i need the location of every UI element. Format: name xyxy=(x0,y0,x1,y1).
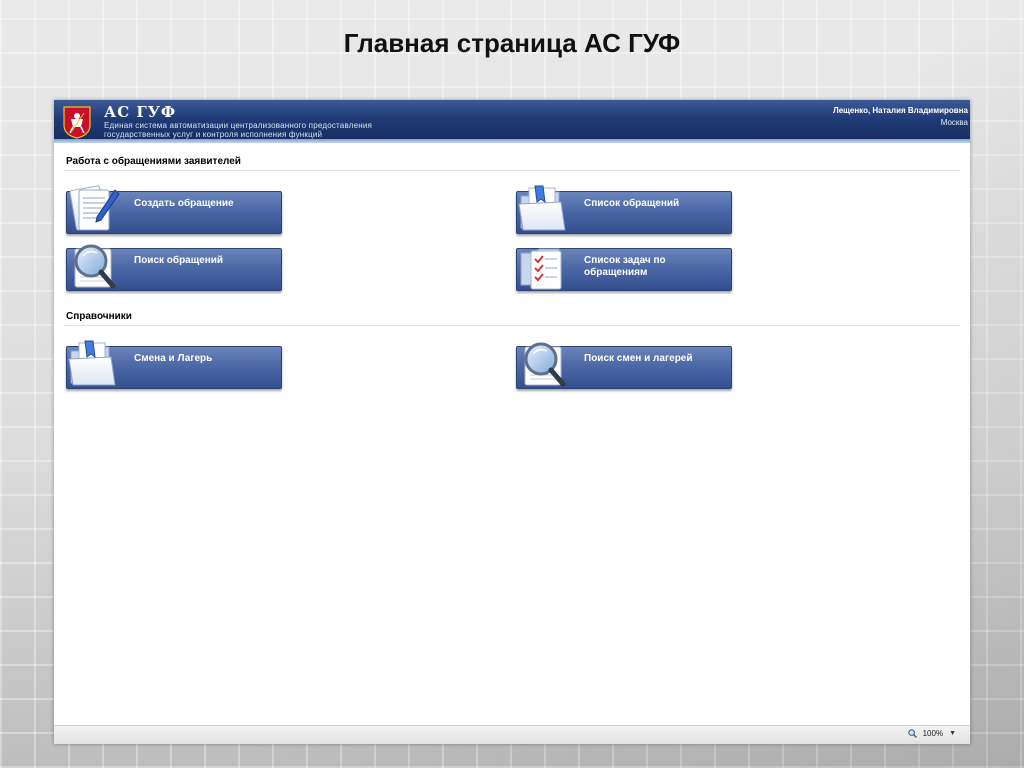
section-title-directories: Справочники xyxy=(64,301,960,326)
app-header: АС ГУФ Единая система автоматизации цент… xyxy=(54,100,970,143)
folder-icon xyxy=(65,337,123,391)
slide-title: Главная страница АС ГУФ xyxy=(343,28,681,58)
tile-label: Список задач по обращениям xyxy=(584,255,666,278)
user-name[interactable]: Лещенко, Наталия Владимировна xyxy=(833,106,968,115)
user-city: Москва xyxy=(940,118,968,127)
tile-label: Смена и Лагерь xyxy=(134,353,213,364)
task-list-button[interactable]: Список задач по обращениям xyxy=(516,248,732,291)
main-content: Работа с обращениями заявителей Создать … xyxy=(54,143,970,399)
tiles-directories: Смена и Лагерь Поиск смен и лагерей xyxy=(64,326,960,399)
create-request-button[interactable]: Создать обращение xyxy=(66,191,282,234)
app-name: АС ГУФ xyxy=(104,103,177,121)
moscow-coat-of-arms-icon[interactable] xyxy=(62,105,92,139)
folder-icon xyxy=(515,182,573,236)
magnifier-icon xyxy=(65,239,123,293)
search-shifts-camps-button[interactable]: Поиск смен и лагерей xyxy=(516,346,732,389)
checklist-icon xyxy=(515,239,573,293)
status-bar: 100% ▼ xyxy=(54,725,970,744)
tile-label: Поиск смен и лагерей xyxy=(584,353,693,364)
zoom-control[interactable]: 100% ▼ xyxy=(907,729,956,738)
browser-window: АС ГУФ Единая система автоматизации цент… xyxy=(54,100,970,744)
document-pen-icon xyxy=(65,182,123,236)
shift-and-camp-button[interactable]: Смена и Лагерь xyxy=(66,346,282,389)
section-title-requests: Работа с обращениями заявителей xyxy=(64,143,960,171)
app-description: Единая система автоматизации централизов… xyxy=(104,121,373,139)
zoom-icon xyxy=(907,729,917,738)
tile-label: Создать обращение xyxy=(134,198,234,209)
search-requests-button[interactable]: Поиск обращений xyxy=(66,248,282,291)
magnifier-icon xyxy=(515,337,573,391)
zoom-level: 100% xyxy=(922,729,944,738)
tiles-requests: Создать обращение Список обращений Поиск… xyxy=(64,171,960,301)
tile-label: Список обращений xyxy=(584,198,680,209)
tile-label: Поиск обращений xyxy=(134,255,224,266)
chevron-down-icon[interactable]: ▼ xyxy=(949,730,956,737)
request-list-button[interactable]: Список обращений xyxy=(516,191,732,234)
